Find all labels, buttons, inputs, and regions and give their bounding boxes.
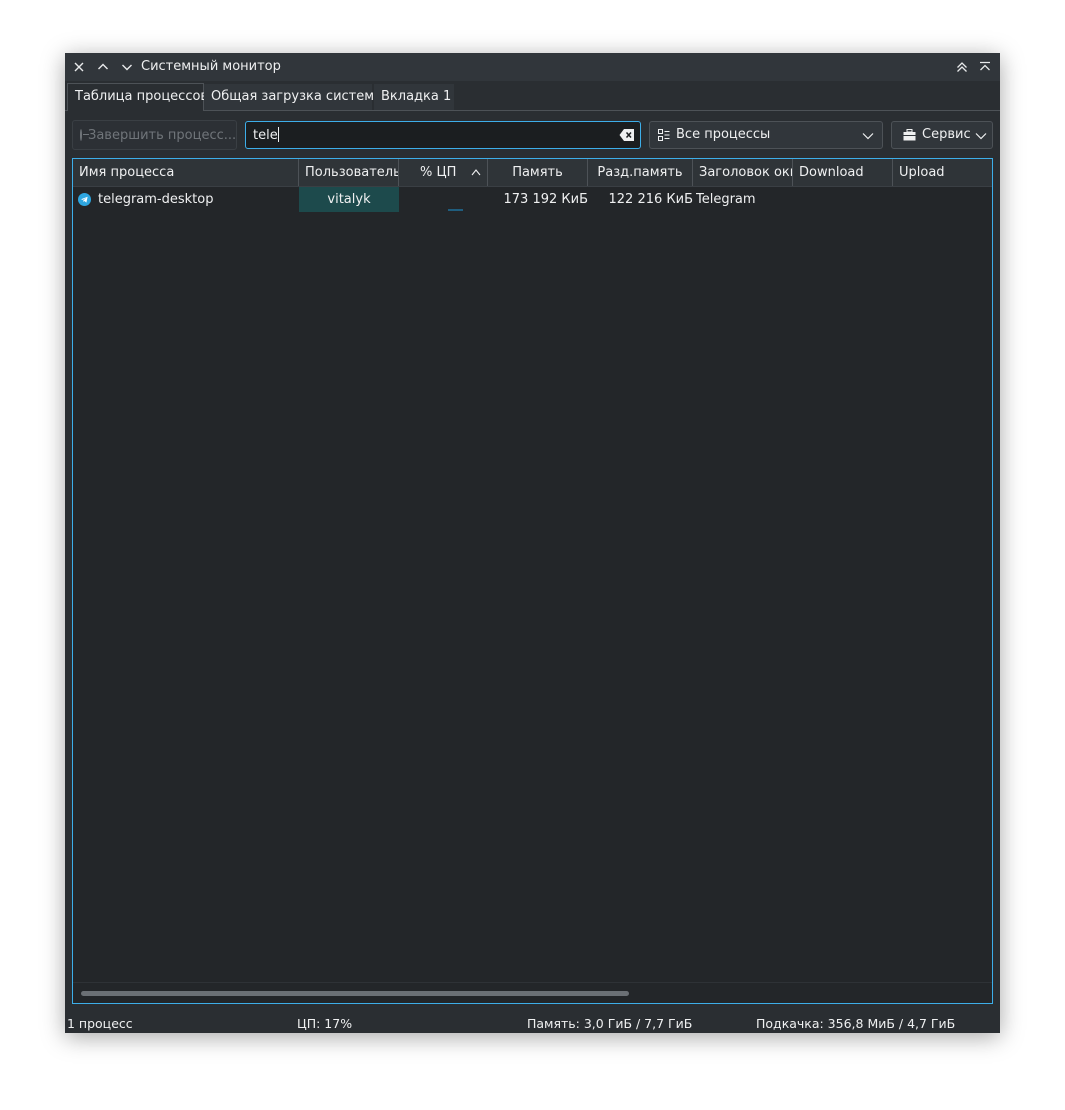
status-process-count: 1 процесс	[67, 1016, 133, 1031]
toolbox-icon	[903, 129, 916, 141]
column-header-user[interactable]: Пользователь	[299, 159, 399, 186]
cell-memory: 173 192 КиБ	[503, 192, 589, 207]
column-header-name[interactable]: Имя процесса	[73, 159, 299, 186]
tab-system-load[interactable]: Общая загрузка системы	[204, 84, 384, 110]
system-monitor-window: Системный монитор Таблица процессов Обща…	[65, 53, 1000, 1033]
horizontal-scrollbar[interactable]	[81, 991, 629, 996]
terminate-icon	[80, 129, 89, 141]
scrollbar-divider	[73, 982, 992, 983]
tab-process-table[interactable]: Таблица процессов	[67, 83, 208, 111]
maximize-icon[interactable]	[95, 59, 111, 75]
window-title: Системный монитор	[141, 59, 281, 74]
table-row[interactable]: telegram-desktop vitalyk 173 192 КиБ 122…	[73, 187, 992, 212]
cpu-usage-bar	[448, 209, 463, 211]
status-memory: Память: 3,0 ГиБ / 7,7 ГиБ	[527, 1016, 693, 1031]
close-icon[interactable]	[71, 59, 87, 75]
minimize-icon[interactable]	[119, 59, 135, 75]
search-text: tele	[253, 127, 279, 143]
process-filter-select[interactable]: Все процессы	[649, 121, 883, 149]
cell-window-title: Telegram	[696, 192, 756, 207]
chevron-down-icon	[862, 133, 874, 140]
column-header-window-title[interactable]: Заголовок окна	[693, 159, 793, 186]
filter-label: Все процессы	[676, 127, 771, 142]
tools-menu-button[interactable]: Сервис	[891, 121, 993, 149]
tab-custom-1[interactable]: Вкладка 1	[374, 84, 454, 110]
column-header-shared-memory[interactable]: Разд.память	[588, 159, 693, 186]
status-cpu: ЦП: 17%	[297, 1016, 353, 1031]
chevron-down-icon	[975, 133, 987, 140]
column-header-download[interactable]: Download	[793, 159, 893, 186]
title-bar: Системный монитор	[65, 53, 1000, 81]
cell-user: vitalyk	[299, 187, 399, 212]
status-swap: Подкачка: 356,8 МиБ / 4,7 ГиБ	[756, 1016, 956, 1031]
process-table[interactable]: Имя процесса Пользователь % ЦП Память Ра…	[72, 158, 993, 1004]
cell-shared-memory: 122 216 КиБ	[608, 192, 694, 207]
terminate-label: Завершить процесс...	[88, 127, 237, 143]
tab-bar: Таблица процессов Общая загрузка системы…	[65, 82, 1000, 111]
search-input[interactable]: tele	[245, 121, 641, 149]
table-header: Имя процесса Пользователь % ЦП Память Ра…	[73, 159, 992, 187]
terminate-process-button[interactable]: Завершить процесс...	[72, 120, 237, 150]
sort-ascending-icon	[471, 169, 481, 176]
list-icon	[658, 129, 670, 141]
tools-label: Сервис	[922, 127, 971, 142]
column-header-memory[interactable]: Память	[488, 159, 588, 186]
telegram-icon	[78, 193, 91, 206]
column-header-cpu[interactable]: % ЦП	[399, 159, 488, 186]
keep-above-icon[interactable]	[954, 59, 970, 75]
cell-process-name: telegram-desktop	[98, 192, 214, 207]
clear-input-icon[interactable]	[619, 128, 635, 142]
column-header-cpu-label: % ЦП	[420, 165, 457, 180]
shade-icon[interactable]	[977, 59, 993, 75]
column-header-upload[interactable]: Upload	[893, 159, 992, 186]
